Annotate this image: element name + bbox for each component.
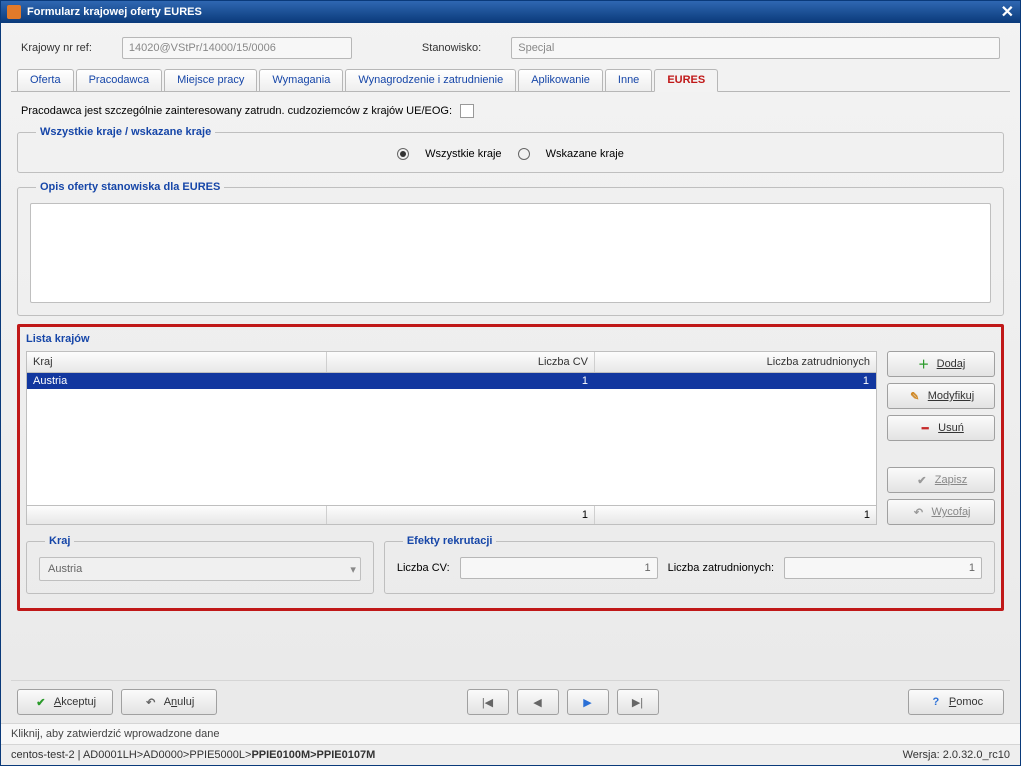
pos-label: Stanowisko: [422, 42, 481, 54]
cancel-button[interactable]: ↶ Anuluj [121, 689, 217, 715]
radio-all-countries[interactable] [397, 148, 409, 160]
eff-zat-field: 1 [784, 557, 982, 579]
tab-inne[interactable]: Inne [605, 69, 652, 91]
edit-button[interactable]: ✎ Modyfikuj [887, 383, 995, 409]
ref-label: Krajowy nr ref: [21, 42, 92, 54]
kraj-value: Austria [48, 563, 82, 575]
undo-icon: ↶ [144, 695, 158, 709]
country-list-title: Lista krajów [26, 333, 995, 345]
foot-zat: 1 [595, 506, 876, 524]
effects-legend: Efekty rekrutacji [403, 535, 497, 547]
effects-fieldset: Efekty rekrutacji Liczba CV: 1 Liczba za… [384, 535, 995, 594]
col-zat[interactable]: Liczba zatrudnionych [595, 352, 876, 372]
tab-content-eures: Pracodawca jest szczególnie zainteresowa… [11, 92, 1010, 680]
chevron-down-icon: ▾ [350, 563, 356, 576]
cell-zat: 1 [595, 373, 876, 389]
nav-next-button[interactable]: ▶ [567, 689, 609, 715]
pencil-icon: ✎ [908, 389, 922, 403]
cell-cv: 1 [327, 373, 595, 389]
interest-row: Pracodawca jest szczególnie zainteresowa… [17, 100, 1004, 126]
foot-cv: 1 [327, 506, 595, 524]
action-bar: ✔ Akceptuj ↶ Anuluj |◀ ◀ ▶ ▶| ? Pomoc [11, 680, 1010, 723]
table-row[interactable]: Austria 1 1 [27, 373, 876, 389]
tab-bar: Oferta Pracodawca Miejsce pracy Wymagani… [11, 69, 1010, 92]
kraj-fieldset: Kraj Austria ▾ [26, 535, 374, 594]
close-icon[interactable]: ✕ [1001, 2, 1014, 22]
nav-prev-button[interactable]: ◀ [517, 689, 559, 715]
tab-wynagrodzenie[interactable]: Wynagrodzenie i zatrudnienie [345, 69, 516, 91]
tab-eures[interactable]: EURES [654, 69, 718, 92]
help-button[interactable]: ? Pomoc [908, 689, 1004, 715]
radio-sel-label: Wskazane kraje [546, 148, 624, 160]
tooltip-bar: Kliknij, aby zatwierdzić wprowadzone dan… [1, 723, 1020, 744]
save-label: Zapisz [935, 474, 967, 486]
check-icon: ✔ [915, 473, 929, 487]
desc-legend: Opis oferty stanowiska dla EURES [36, 181, 224, 193]
countries-mode-fieldset: Wszystkie kraje / wskazane kraje Wszystk… [17, 126, 1004, 173]
grid-header: Kraj Liczba CV Liczba zatrudnionych [27, 352, 876, 373]
tab-miejsce-pracy[interactable]: Miejsce pracy [164, 69, 257, 91]
add-button[interactable]: ＋ Dodaj [887, 351, 995, 377]
edit-label: Modyfikuj [928, 390, 974, 402]
minus-icon: ━ [918, 421, 932, 435]
grid-buttons: ＋ Dodaj ✎ Modyfikuj ━ Usuń [887, 351, 995, 525]
body: Krajowy nr ref: 14020@VStPr/14000/15/000… [1, 23, 1020, 723]
nav-last-button[interactable]: ▶| [617, 689, 659, 715]
tab-wymagania[interactable]: Wymagania [259, 69, 343, 91]
app-window: Formularz krajowej oferty EURES ✕ Krajow… [0, 0, 1021, 766]
status-version: Wersja: 2.0.32.0_rc10 [903, 749, 1010, 761]
desc-fieldset: Opis oferty stanowiska dla EURES [17, 181, 1004, 316]
check-icon: ✔ [34, 695, 48, 709]
tab-pracodawca[interactable]: Pracodawca [76, 69, 163, 91]
accept-label: kceptuj [61, 696, 96, 708]
withdraw-label: Wycofaj [931, 506, 970, 518]
countries-mode-legend: Wszystkie kraje / wskazane kraje [36, 126, 215, 138]
cell-kraj: Austria [27, 373, 327, 389]
radio-selected-countries[interactable] [518, 148, 530, 160]
tab-aplikowanie[interactable]: Aplikowanie [518, 69, 603, 91]
save-button[interactable]: ✔ Zapisz [887, 467, 995, 493]
interest-label: Pracodawca jest szczególnie zainteresowa… [21, 105, 452, 117]
nav-first-button[interactable]: |◀ [467, 689, 509, 715]
add-label: Dodaj [937, 358, 966, 370]
status-bar: centos-test-2 | AD0001LH>AD0000>PPIE5000… [1, 744, 1020, 765]
grid-footer: 1 1 [27, 505, 876, 524]
col-cv[interactable]: Liczba CV [327, 352, 595, 372]
ref-field: 14020@VStPr/14000/15/0006 [122, 37, 352, 59]
eff-cv-field: 1 [460, 557, 658, 579]
kraj-select[interactable]: Austria ▾ [39, 557, 361, 581]
status-path: centos-test-2 | AD0001LH>AD0000>PPIE5000… [11, 749, 375, 761]
delete-button[interactable]: ━ Usuń [887, 415, 995, 441]
tab-oferta[interactable]: Oferta [17, 69, 74, 91]
header-row: Krajowy nr ref: 14020@VStPr/14000/15/000… [11, 31, 1010, 69]
del-label: Usuń [938, 422, 964, 434]
eff-zat-label: Liczba zatrudnionych: [668, 562, 774, 574]
col-kraj[interactable]: Kraj [27, 352, 327, 372]
app-icon [7, 5, 21, 19]
desc-textarea[interactable] [30, 203, 991, 303]
eff-cv-label: Liczba CV: [397, 562, 450, 574]
plus-icon: ＋ [917, 357, 931, 371]
country-list-panel: Lista krajów Kraj Liczba CV Liczba zatru… [17, 324, 1004, 611]
undo-icon: ↶ [911, 505, 925, 519]
interest-checkbox[interactable] [460, 104, 474, 118]
help-icon: ? [929, 695, 943, 709]
country-grid[interactable]: Kraj Liczba CV Liczba zatrudnionych Aust… [26, 351, 877, 525]
kraj-legend: Kraj [45, 535, 74, 547]
radio-all-label: Wszystkie kraje [425, 148, 501, 160]
title-bar: Formularz krajowej oferty EURES ✕ [1, 1, 1020, 23]
accept-button[interactable]: ✔ Akceptuj [17, 689, 113, 715]
pos-field: Specjal [511, 37, 1000, 59]
withdraw-button[interactable]: ↶ Wycofaj [887, 499, 995, 525]
window-title: Formularz krajowej oferty EURES [27, 6, 202, 18]
